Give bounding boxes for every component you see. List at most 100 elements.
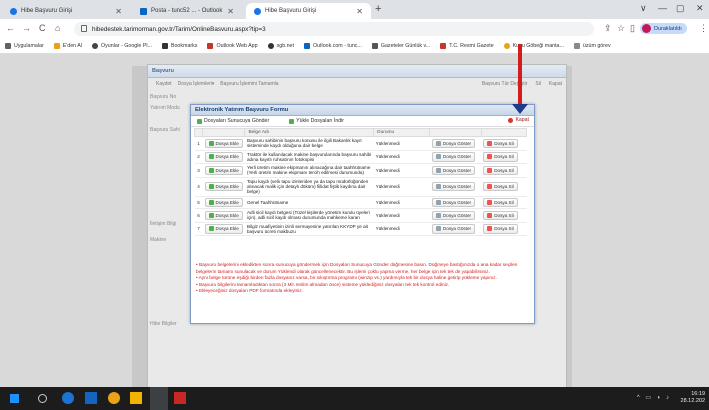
download-files-button[interactable]: Yükle Dosyaları İndir (289, 118, 344, 124)
dialog-close-button[interactable]: Kapat (508, 117, 529, 123)
search-icon[interactable] (38, 394, 47, 403)
clock[interactable]: 16:19 28.12.202 (681, 391, 705, 405)
delete-file-button[interactable]: Dosya Sil (483, 152, 518, 162)
document-status: Yüklenmedi (373, 136, 430, 151)
tab-hibe-active[interactable]: Hibe Başvuru Girişi ✕ (246, 3, 371, 19)
home-button[interactable]: ⌂ (55, 23, 60, 33)
window-title: Başvuru (148, 65, 566, 78)
document-name: Başvuru sahibinin başvuru konusu ile ilg… (244, 136, 374, 151)
browser-toolbar: ← → C ⌂ hibedestek.tarimorman.gov.tr/Tar… (0, 19, 709, 39)
globe-icon (254, 7, 261, 15)
star-icon[interactable]: ☆ (617, 23, 625, 34)
bookmark-gazeteler[interactable]: Gazeteler Günlük v... (371, 43, 430, 49)
address-bar[interactable]: hibedestek.tarimorman.gov.tr/Tarim/Onlin… (74, 22, 594, 36)
column-header (429, 128, 482, 137)
bookmark-oyunlar[interactable]: Oyunlar - Google Pl... (92, 43, 152, 49)
acrobat-icon[interactable] (174, 392, 186, 404)
add-file-button[interactable]: Dosya Ekle (204, 224, 243, 234)
menu-icon[interactable]: ⋮ (699, 23, 708, 34)
document-name: Bilgiz muafiyetinin izinli sermayesine y… (244, 222, 374, 237)
basvuru-toolbar: Kaydet Dosya İşlemleri▾ Başvuru İşlemini… (148, 78, 566, 89)
document-name: Genel Taahhütname (244, 196, 374, 209)
delete-file-button[interactable]: Dosya Sil (483, 182, 518, 192)
mushroom-icon (503, 43, 510, 49)
view-file-button[interactable]: Dosya Göster (431, 182, 476, 192)
bookmark-resmi-gazete[interactable]: T.C. Resmi Gazete (440, 43, 494, 49)
close-button[interactable]: Kapat (549, 81, 562, 87)
file-operations-button[interactable]: Dosya İşlemleri▾ (178, 81, 215, 87)
back-button[interactable]: ← (6, 23, 15, 33)
close-icon[interactable]: ✕ (115, 7, 122, 16)
reload-button[interactable]: C (39, 23, 46, 33)
sidebar-icon[interactable]: ▯ (630, 23, 635, 34)
row-number: 6 (194, 208, 203, 223)
note-line: • Ekleyeceğiniz dosyaları PDF formatında… (196, 288, 303, 294)
view-file-button[interactable]: Dosya Göster (431, 165, 476, 176)
delete-file-button[interactable]: Dosya Sil (483, 210, 518, 220)
bookmark-eden-al[interactable]: E'den Al (53, 43, 82, 49)
profile-button[interactable]: Duraklatıldı (640, 23, 687, 34)
annotation-arrow-head (512, 104, 528, 114)
note-line: • Aynı belge türüne eşdiğı birden fazla … (196, 275, 497, 281)
system-tray[interactable]: ^ ▭ ◖ ♪ (637, 394, 671, 401)
view-file-button[interactable]: Dosya Göster (431, 138, 476, 148)
windows-start-icon[interactable] (10, 394, 19, 403)
tab-hibe-1[interactable]: Hibe Başvuru Girişi ✕ (2, 3, 130, 19)
table-row: 1 Dosya Ekle Başvuru sahibinin başvuru kon… (194, 136, 527, 151)
side-label: İletişim Bilgi (150, 221, 177, 227)
tab-title: Hibe Başvuru Girişi (265, 8, 317, 14)
table-row: 4 Dosya Ekle Tapu kaydı (veliı tapu izinle… (194, 177, 527, 197)
delete-icon (487, 226, 493, 232)
save-button[interactable]: Kaydet (156, 81, 172, 87)
avatar (642, 24, 651, 33)
delete-file-button[interactable]: Dosya Sil (483, 165, 518, 176)
view-file-button[interactable]: Dosya Göster (431, 210, 476, 220)
browser-tab-strip: Hibe Başvuru Girişi ✕ Posta - tunc52 ...… (0, 0, 709, 19)
edge-icon[interactable] (62, 392, 74, 404)
minimize-button[interactable]: — (658, 3, 667, 13)
view-file-button[interactable]: Dosya Göster (431, 224, 476, 234)
add-file-button[interactable]: Dosya Ekle (204, 138, 243, 148)
document-table: Belge Adı Durumu 1 Dosya Ekle Başvuru sahi… (193, 128, 528, 237)
send-files-button[interactable]: Dosyaları Sunucuya Gönder (197, 118, 269, 124)
office-icon (207, 43, 214, 49)
close-icon[interactable]: ✕ (227, 7, 234, 16)
document-status: Yüklenmedi (373, 163, 430, 178)
view-file-button[interactable]: Dosya Göster (431, 152, 476, 162)
view-file-button[interactable]: Dosya Göster (431, 197, 476, 207)
maximize-button[interactable]: ▢ (676, 3, 685, 14)
side-label: Hibe Bilgiler (150, 321, 177, 327)
delete-icon (487, 212, 493, 218)
share-icon[interactable]: ⇪ (604, 23, 612, 34)
bookmark-kuzu[interactable]: Kuzu Göbeği mantа... (503, 43, 564, 49)
bookmark-bookmarks[interactable]: Bookmarks (161, 43, 197, 49)
delete-file-button[interactable]: Dosya Sil (483, 224, 518, 234)
window-close-button[interactable]: ✕ (696, 3, 704, 14)
outlook-taskbar-icon[interactable] (85, 392, 97, 404)
newspaper-icon (371, 43, 378, 49)
new-tab-button[interactable]: + (375, 3, 381, 15)
delete-file-button[interactable]: Dosya Sil (483, 197, 518, 207)
add-file-button[interactable]: Dosya Ekle (204, 182, 243, 192)
delete-file-button[interactable]: Dosya Sil (483, 138, 518, 148)
add-file-button[interactable]: Dosya Ekle (204, 197, 243, 207)
close-icon[interactable]: ✕ (356, 7, 363, 16)
add-file-button[interactable]: Dosya Ekle (204, 210, 243, 220)
add-file-button[interactable]: Dosya Ekle (204, 152, 243, 162)
explorer-icon[interactable] (130, 392, 142, 404)
document-name: Adli sicil kaydı belgesi (Tüzel kişilerd… (244, 208, 374, 223)
delete-button[interactable]: Sil (535, 81, 541, 87)
tab-outlook[interactable]: Posta - tunc52 ... - Outlook ✕ (132, 3, 242, 19)
tab-search-icon[interactable]: ∨ (640, 3, 647, 14)
column-header (480, 128, 528, 137)
bookmark-owa[interactable]: Outlook Web App (207, 43, 258, 49)
bookmark-outlook[interactable]: Outlook.com - tunc... (303, 43, 362, 49)
complete-application-button[interactable]: Başvuru İşlemini Tamamla (220, 81, 278, 87)
add-file-button[interactable]: Dosya Ekle (204, 165, 243, 176)
forward-button[interactable]: → (22, 23, 31, 33)
bookmark-sgb[interactable]: sgb.net (267, 43, 294, 49)
chrome-icon-active[interactable] (150, 387, 168, 410)
bookmark-uzum[interactable]: üzüm görev (573, 43, 611, 49)
bookmark-apps[interactable]: Uygulamalar (5, 43, 44, 49)
firefox-icon[interactable] (108, 392, 120, 404)
